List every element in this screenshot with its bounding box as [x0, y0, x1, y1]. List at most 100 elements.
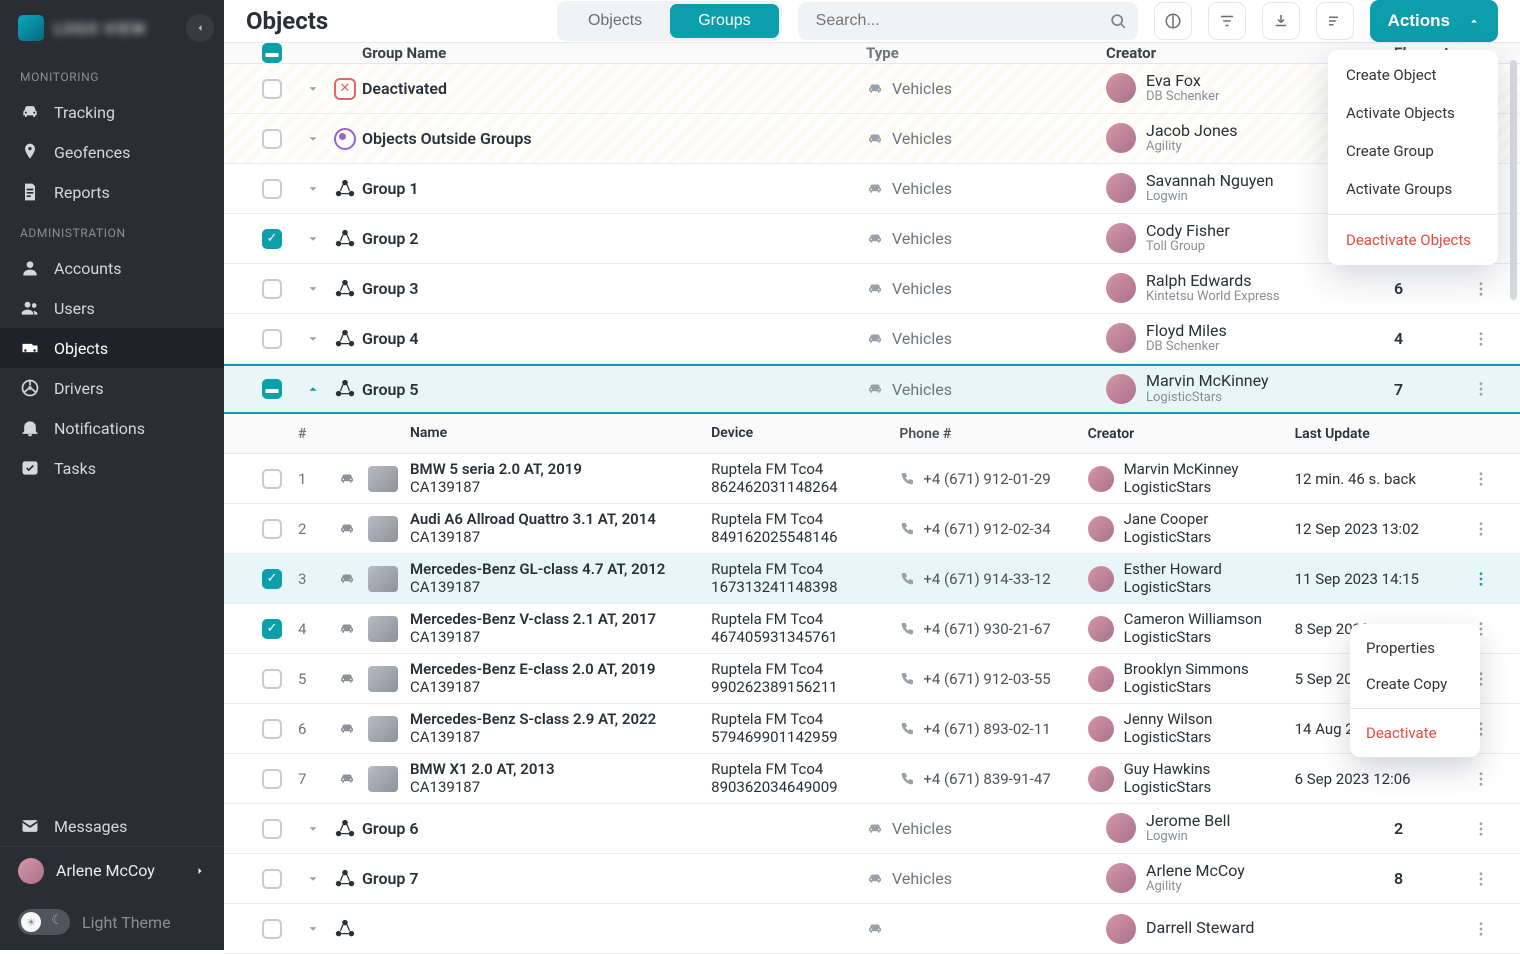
row-checkbox[interactable]: [262, 819, 282, 839]
object-row[interactable]: ✓ 3 Mercedes-Benz GL-class 4.7 AT, 2012C…: [224, 554, 1520, 604]
chevron-down-icon[interactable]: [306, 182, 320, 196]
group-row[interactable]: Objects Outside Groups Vehicles Jacob Jo…: [224, 114, 1520, 164]
row-menu-button[interactable]: [1464, 330, 1498, 348]
nav-tasks[interactable]: Tasks: [0, 448, 224, 488]
menu-deactivate-objects[interactable]: Deactivate Objects: [1328, 221, 1498, 259]
object-name: Mercedes-Benz S-class 2.9 AT, 2022: [410, 711, 711, 728]
chevron-down-icon[interactable]: [306, 82, 320, 96]
columns-button[interactable]: [1154, 2, 1192, 40]
row-checkbox[interactable]: ▬: [262, 379, 282, 399]
group-row[interactable]: ✓ Group 2 Vehicles Cody FisherToll Group…: [224, 214, 1520, 264]
row-checkbox[interactable]: ✓: [262, 229, 282, 249]
nav-reports[interactable]: Reports: [0, 172, 224, 212]
nav-tracking[interactable]: Tracking: [0, 92, 224, 132]
group-row[interactable]: Group 7 Vehicles Arlene McCoyAgility 8: [224, 854, 1520, 904]
row-menu-button[interactable]: [1464, 380, 1498, 398]
chevron-down-icon[interactable]: [306, 282, 320, 296]
avatar: [1106, 323, 1136, 353]
row-checkbox[interactable]: [262, 179, 282, 199]
chevron-down-icon[interactable]: [306, 822, 320, 836]
group-row[interactable]: Group 3 Vehicles Ralph EdwardsKintetsu W…: [224, 264, 1520, 314]
row-checkbox[interactable]: [262, 469, 282, 489]
nav-messages[interactable]: Messages: [0, 806, 224, 846]
group-row[interactable]: Group 4 Vehicles Floyd MilesDB Schenker …: [224, 314, 1520, 364]
filter-button[interactable]: [1208, 2, 1246, 40]
row-menu-button[interactable]: [1464, 280, 1498, 298]
chevron-down-icon[interactable]: [306, 232, 320, 246]
car-icon: [20, 102, 40, 122]
ctx-create-copy[interactable]: Create Copy: [1350, 666, 1480, 702]
select-all-checkbox[interactable]: ▬: [262, 43, 282, 63]
row-checkbox[interactable]: [262, 919, 282, 939]
row-checkbox[interactable]: ✓: [262, 569, 282, 589]
row-menu-button[interactable]: [1464, 820, 1498, 838]
row-menu-button[interactable]: [1464, 470, 1498, 488]
row-checkbox[interactable]: [262, 279, 282, 299]
nav-users[interactable]: Users: [0, 288, 224, 328]
menu-create-object[interactable]: Create Object: [1328, 56, 1498, 94]
nav-geofences[interactable]: Geofences: [0, 132, 224, 172]
tab-groups[interactable]: Groups: [670, 4, 778, 38]
current-user[interactable]: Arlene McCoy: [0, 846, 224, 894]
group-row[interactable]: ✕ Deactivated Vehicles Eva FoxDB Schenke…: [224, 64, 1520, 114]
row-checkbox[interactable]: [262, 769, 282, 789]
nav-notifications[interactable]: Notifications: [0, 408, 224, 448]
nav-objects[interactable]: Objects: [0, 328, 224, 368]
row-menu-button[interactable]: [1464, 920, 1498, 938]
group-row[interactable]: Darrell Steward: [224, 904, 1520, 954]
row-checkbox[interactable]: ✓: [262, 619, 282, 639]
creator-company: LogisticStars: [1124, 579, 1222, 596]
row-checkbox[interactable]: [262, 519, 282, 539]
tab-objects[interactable]: Objects: [560, 4, 670, 38]
chevron-up-icon[interactable]: [306, 382, 320, 396]
actions-button[interactable]: Actions: [1370, 0, 1498, 42]
group-row[interactable]: Group 6 Vehicles Jerome BellLogwin 2: [224, 804, 1520, 854]
search-field[interactable]: [798, 2, 1138, 40]
scrollbar[interactable]: [1510, 60, 1517, 300]
object-row[interactable]: 6 Mercedes-Benz S-class 2.9 AT, 2022CA13…: [224, 704, 1520, 754]
download-button[interactable]: [1262, 2, 1300, 40]
sort-button[interactable]: [1316, 2, 1354, 40]
menu-create-group[interactable]: Create Group: [1328, 132, 1498, 170]
object-row[interactable]: 5 Mercedes-Benz E-class 2.0 AT, 2019CA13…: [224, 654, 1520, 704]
ctx-deactivate[interactable]: Deactivate: [1350, 715, 1480, 751]
chevron-down-icon[interactable]: [306, 132, 320, 146]
chevron-down-icon[interactable]: [306, 872, 320, 886]
car-icon: [866, 920, 884, 938]
chevron-down-icon[interactable]: [306, 332, 320, 346]
nav-accounts[interactable]: Accounts: [0, 248, 224, 288]
row-checkbox[interactable]: [262, 329, 282, 349]
row-checkbox[interactable]: [262, 719, 282, 739]
collapse-sidebar-button[interactable]: [186, 14, 214, 42]
nav-drivers[interactable]: Drivers: [0, 368, 224, 408]
search-input[interactable]: [814, 11, 1108, 31]
theme-toggle[interactable]: ☀ ☾: [18, 909, 70, 935]
creator-name: Marvin McKinney: [1124, 461, 1239, 478]
menu-activate-groups[interactable]: Activate Groups: [1328, 170, 1498, 208]
creator-company: Agility: [1146, 880, 1245, 895]
ctx-properties[interactable]: Properties: [1350, 630, 1480, 666]
phone-number: +4 (671) 930-21-67: [923, 620, 1050, 638]
menu-activate-objects[interactable]: Activate Objects: [1328, 94, 1498, 132]
row-menu-button[interactable]: [1464, 570, 1498, 588]
last-update: 12 Sep 2023 13:02: [1295, 520, 1464, 538]
object-row[interactable]: ✓ 4 Mercedes-Benz V-class 2.1 AT, 2017CA…: [224, 604, 1520, 654]
object-row[interactable]: 7 BMW X1 2.0 AT, 2013CA139187 Ruptela FM…: [224, 754, 1520, 804]
object-row[interactable]: 2 Audi A6 Allroad Quattro 3.1 AT, 2014CA…: [224, 504, 1520, 554]
col-group[interactable]: Group Name: [362, 44, 866, 62]
row-menu-button[interactable]: [1464, 520, 1498, 538]
row-checkbox[interactable]: [262, 129, 282, 149]
row-menu-button[interactable]: [1464, 770, 1498, 788]
row-menu-button[interactable]: [1464, 870, 1498, 888]
row-checkbox[interactable]: [262, 669, 282, 689]
col-type[interactable]: Type: [866, 44, 1106, 62]
row-checkbox[interactable]: [262, 869, 282, 889]
group-row[interactable]: ▬ Group 5 Vehicles Marvin McKinneyLogist…: [224, 364, 1520, 414]
geofence-icon: [20, 142, 40, 162]
group-row[interactable]: Group 1 Vehicles Savannah NguyenLogwin 4: [224, 164, 1520, 214]
object-row[interactable]: 1 BMW 5 seria 2.0 AT, 2019CA139187 Rupte…: [224, 454, 1520, 504]
chevron-down-icon[interactable]: [306, 922, 320, 936]
avatar: [1088, 616, 1114, 642]
row-checkbox[interactable]: [262, 79, 282, 99]
object-name: BMW X1 2.0 AT, 2013: [410, 761, 711, 778]
